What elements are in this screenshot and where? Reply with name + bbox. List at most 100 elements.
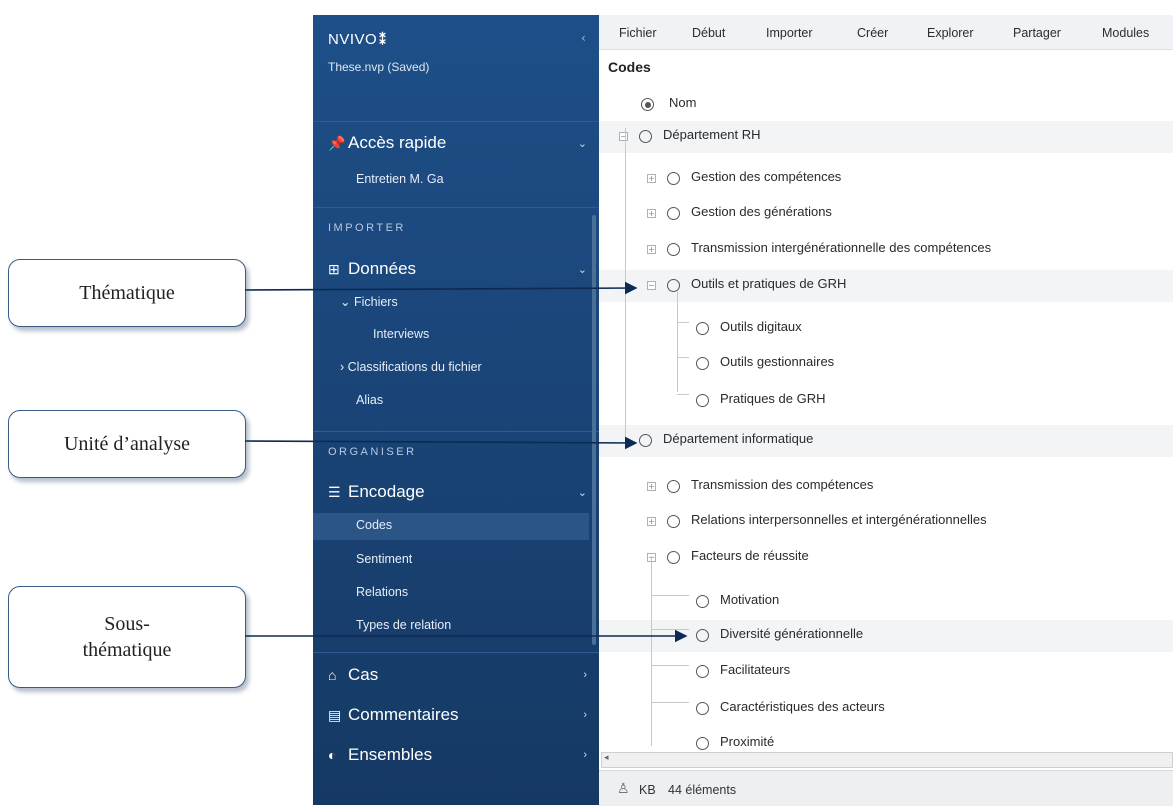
sidebar-item-interviews[interactable]: Interviews	[373, 327, 429, 341]
sidebar-item-files[interactable]: ⌄ Fichiers	[340, 294, 398, 309]
column-header[interactable]: Nom	[599, 89, 1173, 121]
expand-icon[interactable]: +	[647, 209, 656, 218]
radio-icon[interactable]	[667, 515, 680, 528]
tree-connector	[651, 556, 652, 746]
tree-node-label: Transmission intergénérationnelle des co…	[691, 240, 992, 255]
callout-thematic: Thématique	[8, 259, 246, 327]
radio-icon[interactable]	[696, 357, 709, 370]
radio-icon[interactable]	[639, 130, 652, 143]
menu-file[interactable]: Fichier	[619, 26, 657, 40]
radio-icon[interactable]	[667, 172, 680, 185]
sidebar-data[interactable]: ⊞ Données ⌄	[328, 259, 599, 279]
sidebar-comments[interactable]: ▤ Commentaires ›	[328, 705, 599, 725]
pin-icon: 📌	[328, 134, 346, 151]
sidebar-cases[interactable]: ⌂ Cas ›	[328, 665, 599, 685]
tree-connector	[677, 357, 689, 358]
tree-node[interactable]: − Département RH	[599, 121, 1173, 153]
expand-icon[interactable]: +	[647, 174, 656, 183]
data-label: Données	[348, 259, 417, 278]
tree-node[interactable]: Département informatique	[599, 425, 1173, 457]
chevron-right-icon: ›	[583, 669, 587, 681]
sets-label: Ensembles	[348, 745, 433, 764]
coding-icon: ☰	[328, 483, 341, 500]
radio-icon[interactable]	[696, 322, 709, 335]
tree-node[interactable]: + Gestion des compétences	[599, 163, 1173, 195]
menu-explore[interactable]: Explorer	[927, 26, 974, 40]
tree-node[interactable]: −Facteurs de réussite	[599, 542, 1173, 574]
callout-unit: Unité d’analyse	[8, 410, 246, 478]
project-name: These.nvp (Saved)	[328, 60, 430, 74]
sidebar-item-aliases[interactable]: Alias	[356, 393, 383, 407]
tree-node[interactable]: Pratiques de GRH	[599, 385, 1173, 417]
tree-node[interactable]: Facilitateurs	[599, 656, 1173, 688]
horizontal-scrollbar[interactable]: ◂	[601, 752, 1173, 768]
tree-node[interactable]: + Transmission des compétences	[599, 471, 1173, 503]
sidebar-item-classifications[interactable]: › Classifications du fichier	[340, 360, 482, 374]
user-initials: KB	[639, 783, 656, 797]
sidebar-quick-access[interactable]: 📌 Accès rapide ⌄	[328, 133, 599, 153]
sidebar-item-relation-types[interactable]: Types de relation	[356, 618, 451, 632]
tree-node-label: Département RH	[663, 127, 761, 142]
tree-node[interactable]: − Outils et pratiques de GRH	[599, 270, 1173, 302]
files-label: Fichiers	[353, 295, 398, 309]
radio-icon[interactable]	[667, 279, 680, 292]
tree-node[interactable]: Outils gestionnaires	[599, 348, 1173, 380]
radio-icon[interactable]	[696, 595, 709, 608]
radio-icon[interactable]	[696, 702, 709, 715]
chevron-down-icon: ⌄	[577, 263, 587, 276]
chevron-down-icon: ⌄	[577, 137, 587, 150]
tree-connector	[677, 322, 689, 323]
briefcase-icon: ⌂	[328, 667, 337, 683]
tree-node[interactable]: Diversité générationnelle	[599, 620, 1173, 652]
menu-import[interactable]: Importer	[766, 26, 813, 40]
collapse-icon[interactable]: −	[647, 281, 656, 290]
tree-node[interactable]: Outils digitaux	[599, 313, 1173, 345]
radio-icon[interactable]	[696, 665, 709, 678]
tree-node[interactable]: + Relations interpersonnelles et intergén…	[599, 506, 1173, 538]
tree-node-label: Facilitateurs	[720, 662, 791, 677]
menu-share[interactable]: Partager	[1013, 26, 1061, 40]
tree-node[interactable]: Caractéristiques des acteurs	[599, 693, 1173, 725]
tree-node[interactable]: + Gestion des générations	[599, 198, 1173, 230]
tree-node[interactable]: Motivation	[599, 586, 1173, 618]
item-count: 44 éléments	[668, 783, 737, 797]
menu-create[interactable]: Créer	[857, 26, 888, 40]
menu-modules[interactable]: Modules	[1102, 26, 1149, 40]
scroll-left-icon[interactable]: ◂	[604, 753, 609, 763]
chevron-left-icon[interactable]: ‹	[581, 31, 586, 45]
sidebar-item-entretien[interactable]: Entretien M. Ga	[356, 172, 444, 186]
tree-node-label: Proximité	[720, 734, 775, 749]
radio-icon[interactable]	[696, 629, 709, 642]
radio-icon[interactable]	[667, 480, 680, 493]
sidebar-item-relations[interactable]: Relations	[356, 585, 408, 599]
divider	[313, 431, 599, 432]
sidebar-item-sentiment[interactable]: Sentiment	[356, 552, 412, 566]
sidebar-coding[interactable]: ☰ Encodage ⌄	[328, 482, 599, 502]
expand-icon[interactable]: +	[647, 517, 656, 526]
divider	[313, 121, 599, 122]
tree-node-label: Gestion des compétences	[691, 169, 842, 184]
quick-access-label: Accès rapide	[348, 133, 447, 152]
sidebar-sets[interactable]: ◐ Ensembles ›	[328, 745, 599, 765]
radio-icon[interactable]	[696, 737, 709, 750]
callout-unit-text: Unité d’analyse	[63, 433, 191, 455]
radio-icon[interactable]	[696, 394, 709, 407]
menu-home[interactable]: Début	[692, 26, 725, 40]
radio-icon[interactable]	[639, 434, 652, 447]
radio-icon[interactable]	[641, 98, 654, 111]
tree-node-label: Pratiques de GRH	[720, 391, 826, 406]
comments-label: Commentaires	[348, 705, 459, 724]
expand-icon[interactable]: +	[647, 482, 656, 491]
sidebar-item-codes[interactable]: Codes	[356, 518, 392, 532]
expand-icon[interactable]: +	[647, 245, 656, 254]
radio-icon[interactable]	[667, 551, 680, 564]
person-icon: ♙	[617, 781, 630, 797]
collapse-icon[interactable]: −	[619, 132, 628, 141]
tree-node[interactable]: + Transmission intergénérationnelle des c…	[599, 234, 1173, 266]
radio-icon[interactable]	[667, 207, 680, 220]
radio-icon[interactable]	[667, 243, 680, 256]
chevron-down-icon: ⌄	[340, 295, 354, 309]
toggle-icon: ◐	[328, 747, 337, 763]
app-logo: NVIVO ⁑	[328, 31, 386, 48]
sidebar-scrollbar[interactable]	[592, 215, 596, 645]
